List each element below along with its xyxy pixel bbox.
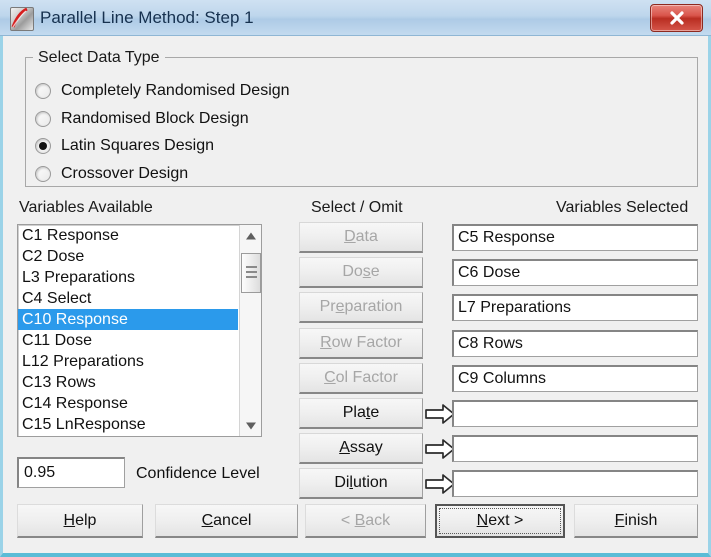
radio-randomised-block-design[interactable]: Randomised Block Design — [35, 107, 249, 131]
transfer-button-preparation: Preparation — [299, 292, 423, 323]
help-button-label: Help — [63, 511, 97, 529]
selected-variable-field-preparation[interactable]: L7 Preparations — [452, 294, 698, 321]
selected-variable-field-plate[interactable] — [452, 400, 698, 427]
radio-completely-randomised-design[interactable]: Completely Randomised Design — [35, 79, 290, 103]
list-item[interactable]: C11 Dose — [18, 330, 238, 351]
transfer-button-dose: Dose — [299, 257, 423, 288]
radio-indicator — [35, 166, 51, 182]
finish-button-label: Finish — [614, 511, 658, 529]
help-button[interactable]: Help — [17, 504, 143, 538]
app-icon — [10, 7, 34, 31]
back-button: < Back — [305, 504, 426, 538]
radio-label: Latin Squares Design — [61, 137, 214, 154]
transfer-button-row-factor: Row Factor — [299, 328, 423, 359]
scrollbar-thumb[interactable] — [241, 253, 261, 293]
transfer-button-dilution[interactable]: Dilution — [299, 468, 423, 499]
transfer-button-label: Preparation — [319, 298, 403, 315]
confidence-level-label: Confidence Level — [136, 465, 260, 482]
title-bar: Parallel Line Method: Step 1 — [0, 0, 711, 36]
transfer-arrow-icon — [425, 438, 455, 460]
selected-variable-field-dose[interactable]: C6 Dose — [452, 259, 698, 286]
cancel-button[interactable]: Cancel — [155, 504, 298, 538]
selected-variable-field-data[interactable]: C5 Response — [452, 224, 698, 251]
listbox-scrollbar[interactable] — [239, 225, 261, 436]
variables-available-listbox[interactable]: C1 Response C2 Dose L3 Preparations C4 Sele… — [17, 224, 262, 437]
variables-selected-header: Variables Selected — [556, 199, 689, 216]
cancel-button-label: Cancel — [201, 511, 252, 529]
radio-indicator — [35, 111, 51, 127]
transfer-button-label: Col Factor — [324, 369, 398, 386]
scroll-down-arrow-icon[interactable] — [240, 415, 261, 436]
next-button[interactable]: Next > — [435, 504, 565, 538]
radio-label: Completely Randomised Design — [61, 82, 290, 99]
list-item[interactable]: C1 Response — [18, 225, 238, 246]
list-item[interactable]: L12 Preparations — [18, 351, 238, 372]
dialog-window: Parallel Line Method: Step 1 Select Data… — [0, 0, 711, 557]
list-item[interactable]: C10 Response — [18, 309, 238, 330]
radio-crossover-design[interactable]: Crossover Design — [35, 162, 188, 186]
selected-variable-field-assay[interactable] — [452, 435, 698, 462]
transfer-button-plate[interactable]: Plate — [299, 398, 423, 429]
radio-latin-squares-design[interactable]: Latin Squares Design — [35, 134, 214, 158]
select-omit-header: Select / Omit — [311, 199, 403, 216]
transfer-button-assay[interactable]: Assay — [299, 433, 423, 464]
transfer-button-col-factor: Col Factor — [299, 363, 423, 394]
finish-button[interactable]: Finish — [574, 504, 698, 538]
confidence-level-input[interactable]: 0.95 — [17, 457, 125, 488]
close-icon — [669, 11, 684, 25]
transfer-button-label: Dilution — [334, 474, 388, 491]
radio-indicator — [35, 83, 51, 99]
transfer-arrow-icon — [425, 403, 455, 425]
back-button-label: < Back — [340, 511, 391, 529]
group-legend: Select Data Type — [33, 49, 165, 67]
transfer-button-data: Data — [299, 222, 423, 253]
selected-variable-field-row-factor[interactable]: C8 Rows — [452, 330, 698, 357]
transfer-button-label: Data — [344, 228, 378, 245]
selected-variable-field-dilution[interactable] — [452, 470, 698, 497]
transfer-button-label: Plate — [342, 404, 380, 421]
radio-label: Randomised Block Design — [61, 110, 249, 127]
transfer-button-label: Row Factor — [320, 334, 402, 351]
close-button[interactable] — [650, 4, 703, 32]
list-item[interactable]: C15 LnResponse — [18, 414, 238, 435]
radio-indicator-selected — [35, 138, 51, 154]
window-title: Parallel Line Method: Step 1 — [40, 8, 254, 27]
selected-variable-field-col-factor[interactable]: C9 Columns — [452, 365, 698, 392]
transfer-arrow-icon — [425, 473, 455, 495]
list-item[interactable]: C4 Select — [18, 288, 238, 309]
focus-ring — [439, 508, 561, 534]
transfer-button-label: Dose — [342, 263, 380, 280]
list-item[interactable]: C2 Dose — [18, 246, 238, 267]
transfer-button-label: Assay — [339, 439, 383, 456]
scrollbar-grip-icon — [246, 266, 257, 281]
list-item[interactable]: C14 Response — [18, 393, 238, 414]
variables-available-header: Variables Available — [19, 199, 153, 216]
list-item[interactable]: L3 Preparations — [18, 267, 238, 288]
scroll-up-arrow-icon[interactable] — [240, 225, 261, 246]
radio-label: Crossover Design — [61, 165, 189, 182]
list-item[interactable]: C13 Rows — [18, 372, 238, 393]
